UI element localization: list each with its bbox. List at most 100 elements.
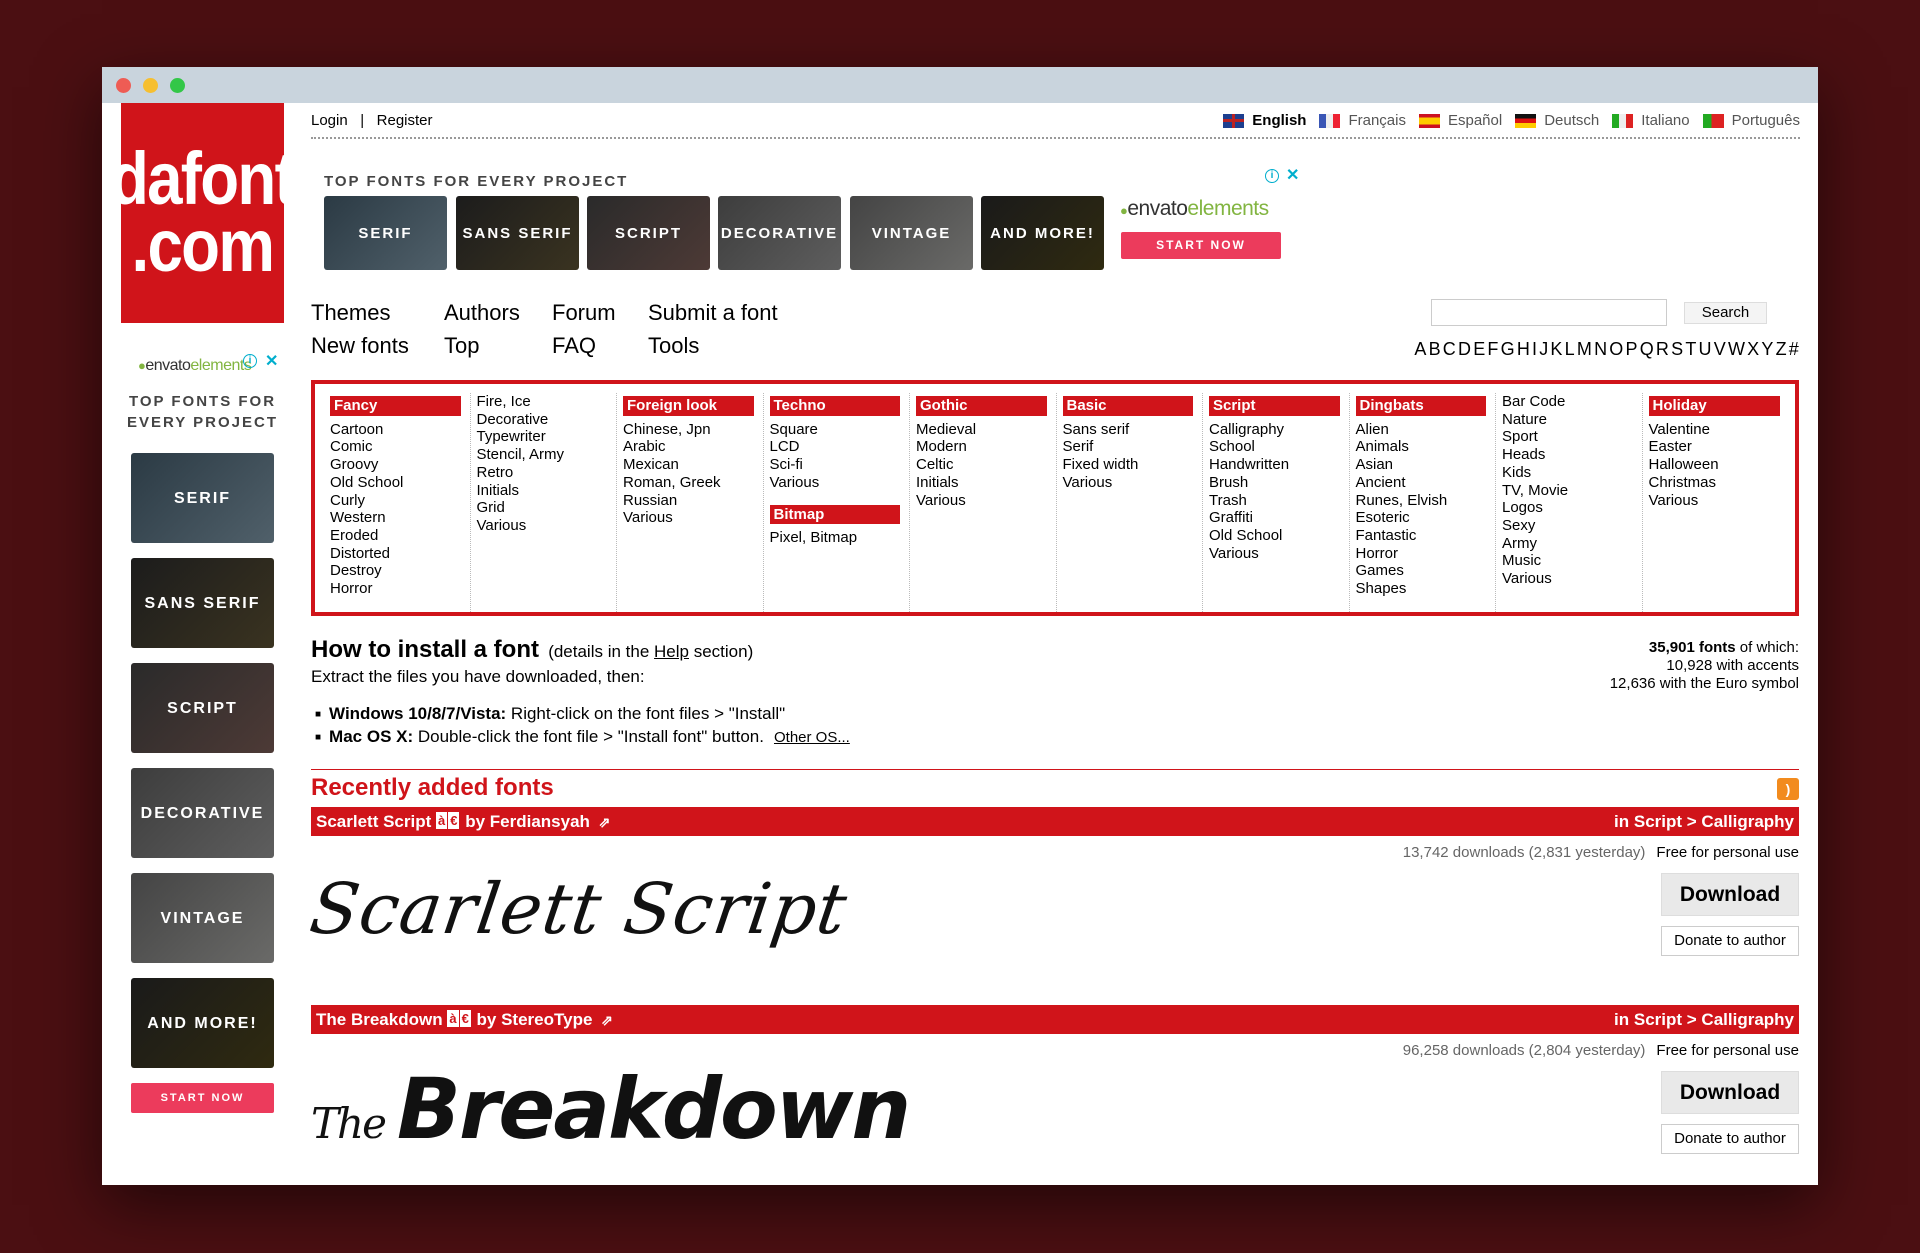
donate-button[interactable]: Donate to author: [1661, 926, 1799, 956]
category-link[interactable]: Halloween: [1649, 456, 1781, 474]
category-link[interactable]: Groovy: [330, 456, 461, 474]
side-ad-tile-decorative[interactable]: DECORATIVE: [131, 768, 274, 858]
lang-italian[interactable]: Italiano: [1612, 112, 1690, 129]
category-link[interactable]: School: [1209, 438, 1340, 456]
alpha-letter[interactable]: X: [1746, 339, 1760, 360]
font-preview[interactable]: Scarlett Script: [305, 868, 852, 950]
category-link[interactable]: Retro: [477, 464, 608, 482]
side-advertisement[interactable]: ●envatoelements i ✕ TOP FONTS FOR EVERY …: [121, 351, 284, 1113]
category-header[interactable]: Basic: [1062, 396, 1193, 416]
font-name-link[interactable]: Scarlett Script: [316, 812, 431, 831]
nav-new-fonts[interactable]: New fonts: [311, 333, 409, 359]
alpha-letter[interactable]: H: [1516, 339, 1531, 360]
side-ad-tile-vintage[interactable]: VINTAGE: [131, 873, 274, 963]
category-link[interactable]: Russian: [623, 492, 754, 510]
category-link[interactable]: Roman, Greek: [623, 474, 754, 492]
alpha-letter[interactable]: O: [1608, 339, 1624, 360]
alpha-letter[interactable]: S: [1670, 339, 1684, 360]
category-link[interactable]: Nature: [1502, 411, 1633, 429]
category-link[interactable]: TV, Movie: [1502, 482, 1633, 500]
rss-icon[interactable]: ): [1777, 778, 1799, 800]
category-link[interactable]: Kids: [1502, 464, 1633, 482]
category-link[interactable]: Fantastic: [1356, 527, 1487, 545]
category-link[interactable]: Trash: [1209, 492, 1340, 510]
category-link[interactable]: Initials: [916, 474, 1047, 492]
category-link[interactable]: Games: [1356, 562, 1487, 580]
alpha-letter[interactable]: T: [1684, 339, 1697, 360]
category-link[interactable]: Eroded: [330, 527, 461, 545]
ad-info-icon[interactable]: i: [1265, 169, 1279, 183]
category-link[interactable]: Esoteric: [1356, 509, 1487, 527]
category-link[interactable]: Modern: [916, 438, 1047, 456]
category-link[interactable]: Bar Code: [1502, 393, 1633, 411]
category-link[interactable]: Various: [623, 509, 754, 527]
lang-french[interactable]: Français: [1319, 112, 1406, 129]
banner-tile-serif[interactable]: SERIF: [324, 196, 447, 270]
download-button[interactable]: Download: [1661, 873, 1799, 916]
category-header[interactable]: Foreign look: [623, 396, 754, 416]
category-link[interactable]: Fire, Ice: [477, 393, 608, 411]
lang-english[interactable]: English: [1223, 112, 1306, 129]
category-link[interactable]: Medieval: [916, 421, 1047, 439]
donate-button[interactable]: Donate to author: [1661, 1124, 1799, 1154]
category-link[interactable]: Graffiti: [1209, 509, 1340, 527]
banner-start-button[interactable]: START NOW: [1121, 232, 1281, 259]
dafont-logo[interactable]: dafont .com: [110, 103, 296, 323]
lang-spanish[interactable]: Español: [1418, 112, 1502, 129]
category-link[interactable]: Army: [1502, 535, 1633, 553]
alpha-letter[interactable]: P: [1624, 339, 1638, 360]
category-link[interactable]: Chinese, Jpn: [623, 421, 754, 439]
category-link[interactable]: Shapes: [1356, 580, 1487, 598]
other-os-link[interactable]: Other OS...: [774, 729, 850, 746]
nav-tools[interactable]: Tools: [648, 333, 699, 359]
category-link[interactable]: Horror: [1356, 545, 1487, 563]
category-link[interactable]: Sport: [1502, 428, 1633, 446]
category-link[interactable]: Square: [770, 421, 901, 439]
category-header[interactable]: Gothic: [916, 396, 1047, 416]
banner-tile-script[interactable]: SCRIPT: [587, 196, 710, 270]
alpha-letter[interactable]: A: [1413, 339, 1427, 360]
alpha-letter[interactable]: M: [1576, 339, 1593, 360]
alpha-letter[interactable]: D: [1457, 339, 1472, 360]
category-link[interactable]: Decorative: [477, 411, 608, 429]
category-link[interactable]: Old School: [1209, 527, 1340, 545]
category-link[interactable]: Various: [1649, 492, 1781, 510]
register-link[interactable]: Register: [377, 112, 433, 129]
category-link[interactable]: Asian: [1356, 456, 1487, 474]
minimize-window-button[interactable]: [143, 78, 158, 93]
category-link[interactable]: Old School: [330, 474, 461, 492]
category-link[interactable]: Sexy: [1502, 517, 1633, 535]
nav-top[interactable]: Top: [444, 333, 479, 359]
close-window-button[interactable]: [116, 78, 131, 93]
alpha-letter[interactable]: N: [1593, 339, 1608, 360]
category-link[interactable]: Various: [770, 474, 901, 492]
alpha-letter[interactable]: #: [1788, 339, 1800, 360]
category-link[interactable]: Destroy: [330, 562, 461, 580]
category-header[interactable]: Holiday: [1648, 396, 1780, 416]
category-link[interactable]: Cartoon: [330, 421, 461, 439]
font-author-link[interactable]: by StereoType: [477, 1010, 593, 1029]
external-link-icon[interactable]: ⇗: [599, 814, 611, 830]
font-author-link[interactable]: by Ferdiansyah: [465, 812, 590, 831]
category-link[interactable]: Heads: [1502, 446, 1633, 464]
nav-forum[interactable]: Forum: [552, 300, 616, 326]
category-link[interactable]: Easter: [1649, 438, 1781, 456]
category-link[interactable]: Calligraphy: [1209, 421, 1340, 439]
category-header[interactable]: Techno: [769, 396, 900, 416]
side-ad-tile-more[interactable]: AND MORE!: [131, 978, 274, 1068]
alpha-letter[interactable]: L: [1564, 339, 1576, 360]
font-category-link[interactable]: in Script > Calligraphy: [1614, 807, 1794, 836]
category-link[interactable]: Western: [330, 509, 461, 527]
category-link[interactable]: Stencil, Army: [477, 446, 608, 464]
banner-tile-vintage[interactable]: VINTAGE: [850, 196, 973, 270]
nav-themes[interactable]: Themes: [311, 300, 390, 326]
search-button[interactable]: Search: [1684, 302, 1767, 324]
banner-tile-decorative[interactable]: DECORATIVE: [718, 196, 841, 270]
category-link[interactable]: Distorted: [330, 545, 461, 563]
category-link[interactable]: Logos: [1502, 499, 1633, 517]
alpha-letter[interactable]: Z: [1775, 339, 1788, 360]
category-link[interactable]: LCD: [770, 438, 901, 456]
side-ad-tile-script[interactable]: SCRIPT: [131, 663, 274, 753]
alpha-letter[interactable]: W: [1727, 339, 1746, 360]
alpha-letter[interactable]: K: [1549, 339, 1563, 360]
